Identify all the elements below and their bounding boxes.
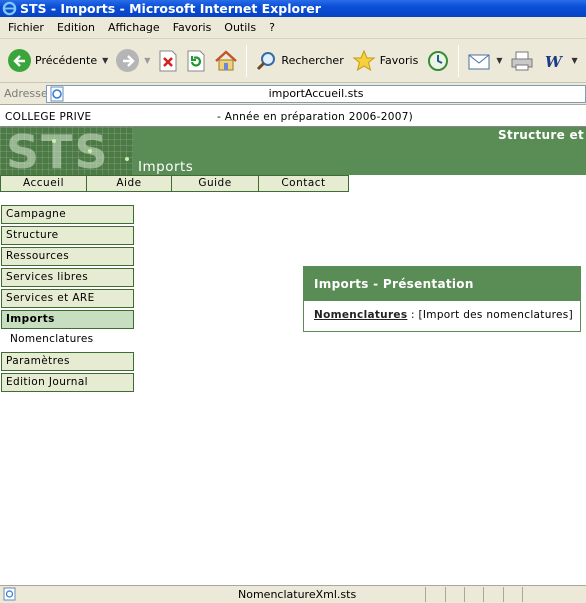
panel-title: Imports - Présentation — [304, 267, 580, 301]
status-cell — [483, 587, 502, 602]
mail-button[interactable]: ▼ — [463, 43, 506, 79]
status-cell — [502, 587, 522, 602]
address-label: Adresse — [4, 87, 48, 100]
search-button[interactable]: Rechercher — [251, 43, 347, 79]
menu-help[interactable]: ? — [264, 21, 283, 34]
sts-logo: STS — [6, 127, 110, 175]
word-icon: W — [545, 53, 564, 71]
favorites-button[interactable]: Favoris — [348, 43, 423, 79]
college-name: COLLEGE PRIVE — [5, 111, 92, 123]
sidebar-item-services-are[interactable]: Services et ARE — [1, 289, 134, 308]
status-text: NomenclatureXml.sts — [238, 588, 357, 601]
mail-icon — [468, 54, 490, 69]
sidebar-item-edition-journal[interactable]: Edition Journal — [1, 373, 134, 392]
app-banner: STS Structure et Imports — [0, 127, 586, 175]
year-info: - Année en préparation 2006-2007) — [217, 111, 414, 123]
back-dropdown-icon[interactable]: ▼ — [102, 56, 108, 65]
menu-fichier[interactable]: Fichier — [3, 21, 52, 34]
toolbar: Précédente ▼ ▼ Rechercher Favoris ▼ W ▼ — [0, 39, 586, 83]
menu-favoris[interactable]: Favoris — [168, 21, 220, 34]
status-cell — [522, 587, 586, 602]
sidebar-item-ressources[interactable]: Ressources — [1, 247, 134, 266]
status-cell — [444, 587, 464, 602]
stop-icon — [159, 50, 177, 71]
sidebar-item-services-libres[interactable]: Services libres — [1, 268, 134, 287]
word-button[interactable]: W ▼ — [538, 43, 581, 79]
sidebar-item-parametres[interactable]: Paramètres — [1, 352, 134, 371]
status-main: NomenclatureXml.sts — [0, 587, 425, 602]
menu-edition[interactable]: Edition — [52, 21, 103, 34]
window-title: STS - Imports - Microsoft Internet Explo… — [20, 1, 321, 16]
menu-bar: Fichier Edition Affichage Favoris Outils… — [0, 17, 586, 39]
back-arrow-icon — [8, 49, 31, 72]
imports-panel: Imports - Présentation Nomenclatures : [… — [303, 266, 581, 332]
address-bar: Adresse importAccueil.sts — [0, 83, 586, 105]
home-button[interactable] — [210, 43, 242, 79]
forward-dropdown-icon[interactable]: ▼ — [144, 56, 150, 65]
word-dropdown-icon[interactable]: ▼ — [571, 56, 577, 65]
banner-dot — [125, 157, 129, 161]
sidebar: Campagne Structure Ressources Services l… — [1, 205, 134, 394]
sidebar-subitem-nomenclatures[interactable]: Nomenclatures — [1, 331, 134, 350]
address-value: importAccueil.sts — [268, 87, 364, 100]
refresh-button[interactable] — [182, 43, 210, 79]
refresh-icon — [187, 50, 205, 71]
search-label: Rechercher — [281, 54, 344, 67]
status-bar: NomenclatureXml.sts — [0, 585, 586, 603]
tab-contact[interactable]: Contact — [259, 175, 349, 192]
toolbar-separator — [458, 44, 460, 77]
nomenclatures-description: : [Import des nomenclatures] — [407, 309, 573, 321]
mail-dropdown-icon[interactable]: ▼ — [496, 56, 502, 65]
address-input[interactable]: importAccueil.sts — [46, 84, 586, 103]
favorites-star-icon — [352, 49, 376, 71]
menu-outils[interactable]: Outils — [219, 21, 264, 34]
page-content: COLLEGE PRIVE - Année en préparation 200… — [0, 105, 586, 585]
svg-text:W: W — [545, 53, 564, 71]
home-icon — [215, 49, 238, 70]
stop-button[interactable] — [154, 43, 182, 79]
banner-section-title: Imports — [138, 159, 194, 175]
sidebar-item-structure[interactable]: Structure — [1, 226, 134, 245]
nomenclatures-link[interactable]: Nomenclatures — [314, 309, 407, 321]
menu-affichage[interactable]: Affichage — [103, 21, 168, 34]
search-icon — [257, 51, 276, 70]
printer-icon — [511, 51, 533, 70]
sidebar-item-campagne[interactable]: Campagne — [1, 205, 134, 224]
favorites-label: Favoris — [379, 54, 419, 67]
tab-accueil[interactable]: Accueil — [0, 175, 87, 192]
back-label: Précédente — [35, 54, 98, 67]
info-bar: COLLEGE PRIVE - Année en préparation 200… — [0, 109, 586, 127]
top-nav: Accueil Aide Guide Contact — [0, 175, 349, 192]
tab-aide[interactable]: Aide — [87, 175, 172, 192]
internet-explorer-icon — [2, 1, 17, 16]
forward-arrow-icon — [116, 49, 140, 72]
window-title-bar: STS - Imports - Microsoft Internet Explo… — [0, 0, 586, 17]
banner-dot — [88, 149, 92, 153]
banner-dot — [52, 139, 56, 143]
forward-button[interactable]: ▼ — [112, 43, 154, 79]
back-button[interactable]: Précédente ▼ — [4, 43, 112, 79]
status-page-icon — [3, 587, 16, 601]
tab-guide[interactable]: Guide — [172, 175, 259, 192]
panel-body: Nomenclatures : [Import des nomenclature… — [304, 301, 580, 321]
status-cell — [464, 587, 483, 602]
sidebar-item-imports[interactable]: Imports — [1, 310, 134, 329]
banner-structure: Structure et — [498, 128, 584, 142]
toolbar-separator — [246, 44, 248, 77]
history-icon — [428, 50, 449, 71]
history-button[interactable] — [422, 43, 454, 79]
print-button[interactable] — [506, 43, 538, 79]
status-cell — [425, 587, 444, 602]
